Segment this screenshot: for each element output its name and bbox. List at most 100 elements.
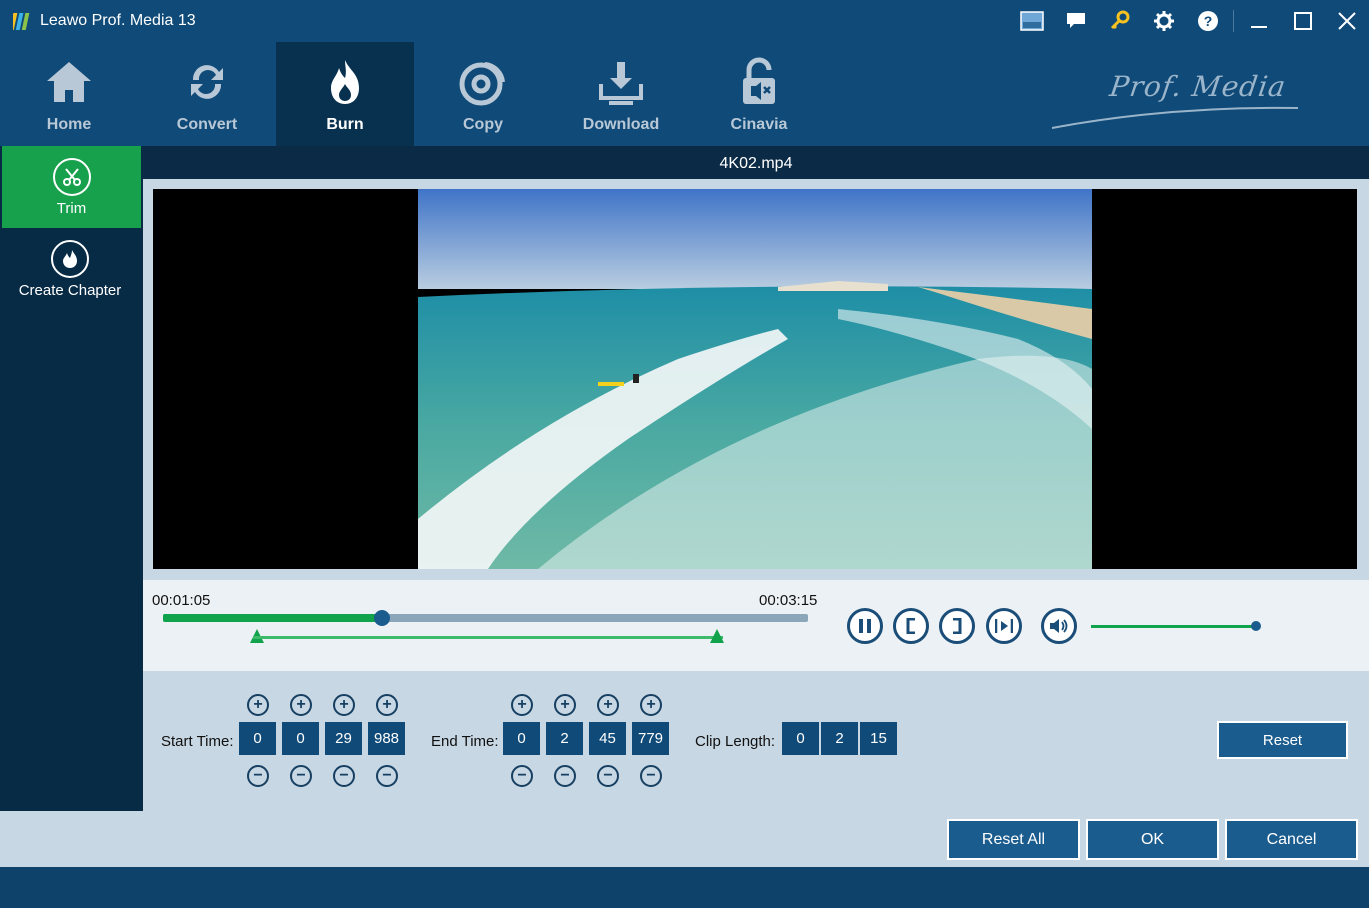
clip-length-label: Clip Length: [695,733,776,750]
nav-cinavia[interactable]: Cinavia [690,42,828,146]
reset-button[interactable]: Reset [1217,721,1348,759]
scissors-icon [52,157,91,196]
bracket-left-icon [906,618,915,634]
nav-copy-label: Copy [463,116,503,133]
start-second-minus-button[interactable]: − [333,765,355,787]
top-bar: Leawo Prof. Media 13 ? Home Convert Burn… [0,0,1369,146]
nav-convert-label: Convert [176,116,238,133]
seek-bar-thumb[interactable] [374,610,391,626]
title-bar: Leawo Prof. Media 13 ? [0,0,1369,42]
trim-settings: Start Time: + + + + 0 0 29 988 − − − − E… [143,671,1369,811]
home-icon [47,62,91,102]
brand-swoosh-icon [1051,106,1299,129]
trim-end-marker[interactable] [710,629,724,643]
end-time-label: End Time: [431,733,499,750]
volume-button[interactable] [1041,608,1077,644]
maximize-icon[interactable] [1281,0,1325,42]
reset-all-button[interactable]: Reset All [947,819,1080,860]
nav-cinavia-label: Cinavia [730,116,788,133]
video-preview[interactable] [153,189,1357,569]
key-icon[interactable] [1098,0,1142,42]
close-icon[interactable] [1325,0,1369,42]
clip-second-value: 15 [860,722,897,755]
pause-button[interactable] [847,608,883,644]
help-icon[interactable]: ? [1186,0,1230,42]
convert-icon [191,65,223,99]
window-controls-divider [1233,10,1234,32]
trim-editor: 4K02.mp4 00:01:05 00:03:15 Start Time: +… [143,146,1369,811]
screen-capture-icon[interactable] [1010,0,1054,42]
bracket-right-icon [953,618,962,634]
end-minute-plus-button[interactable]: + [554,694,576,716]
nav-download-label: Download [582,116,660,133]
file-name: 4K02.mp4 [143,146,1369,179]
total-time: 00:03:15 [759,592,818,609]
preview-clip-button[interactable] [986,608,1022,644]
ok-button[interactable]: OK [1086,819,1219,860]
start-minute-field[interactable]: 0 [282,722,319,755]
sidebar-item-create-chapter[interactable]: Create Chapter [0,228,140,310]
end-second-minus-button[interactable]: − [597,765,619,787]
trim-range [253,636,723,639]
app-window: Leawo Prof. Media 13 ? Home Convert Burn… [0,0,1369,908]
sidebar-item-create-chapter-label: Create Chapter [18,281,122,299]
minimize-icon[interactable] [1237,0,1281,42]
end-second-field[interactable]: 45 [589,722,626,755]
start-time-label: Start Time: [161,733,234,750]
sidebar-item-trim[interactable]: Trim [2,146,141,228]
end-minute-field[interactable]: 2 [546,722,583,755]
cancel-button[interactable]: Cancel [1225,819,1358,860]
end-hour-plus-button[interactable]: + [511,694,533,716]
feedback-icon[interactable] [1054,0,1098,42]
sidebar: Trim Create Chapter [0,146,142,811]
download-icon [599,62,643,105]
start-ms-plus-button[interactable]: + [376,694,398,716]
nav-home-label: Home [46,116,92,133]
app-logo-icon [13,13,30,30]
start-hour-plus-button[interactable]: + [247,694,269,716]
nav-copy[interactable]: Copy [414,42,552,146]
set-end-button[interactable] [939,608,975,644]
start-minute-plus-button[interactable]: + [290,694,312,716]
video-frame-image [418,189,1092,569]
brand-text: Prof. Media [1107,70,1289,103]
seek-bar[interactable] [163,610,808,626]
sidebar-item-trim-label: Trim [56,199,87,217]
start-hour-minus-button[interactable]: − [247,765,269,787]
clip-hour-value: 0 [782,722,819,755]
nav-burn[interactable]: Burn [276,42,414,146]
start-second-field[interactable]: 29 [325,722,362,755]
chapter-icon [51,239,89,278]
video-preview-frame [143,179,1369,580]
nav-download[interactable]: Download [552,42,690,146]
cinavia-icon [743,57,775,104]
end-ms-field[interactable]: 779 [632,722,669,755]
set-start-button[interactable] [893,608,929,644]
end-ms-minus-button[interactable]: − [640,765,662,787]
start-second-plus-button[interactable]: + [333,694,355,716]
start-ms-minus-button[interactable]: − [376,765,398,787]
nav-convert[interactable]: Convert [138,42,276,146]
end-hour-minus-button[interactable]: − [511,765,533,787]
seek-bar-progress [163,614,383,622]
volume-slider[interactable] [1091,621,1261,631]
start-hour-field[interactable]: 0 [239,722,276,755]
play-segment-icon [995,619,1013,633]
end-hour-field[interactable]: 0 [503,722,540,755]
start-ms-field[interactable]: 988 [368,722,405,755]
end-second-plus-button[interactable]: + [597,694,619,716]
burn-icon [331,60,359,104]
start-minute-minus-button[interactable]: − [290,765,312,787]
playback-controls: 00:01:05 00:03:15 [143,580,1369,671]
nav-burn-label: Burn [326,116,364,133]
svg-text:?: ? [1204,13,1213,29]
end-minute-minus-button[interactable]: − [554,765,576,787]
nav-home[interactable]: Home [0,42,138,146]
end-ms-plus-button[interactable]: + [640,694,662,716]
volume-slider-thumb[interactable] [1251,621,1261,631]
status-bar [0,867,1369,908]
settings-icon[interactable] [1142,0,1186,42]
volume-icon [1050,619,1068,633]
brand-logo: Prof. Media [1050,64,1310,134]
pause-icon [859,619,871,633]
